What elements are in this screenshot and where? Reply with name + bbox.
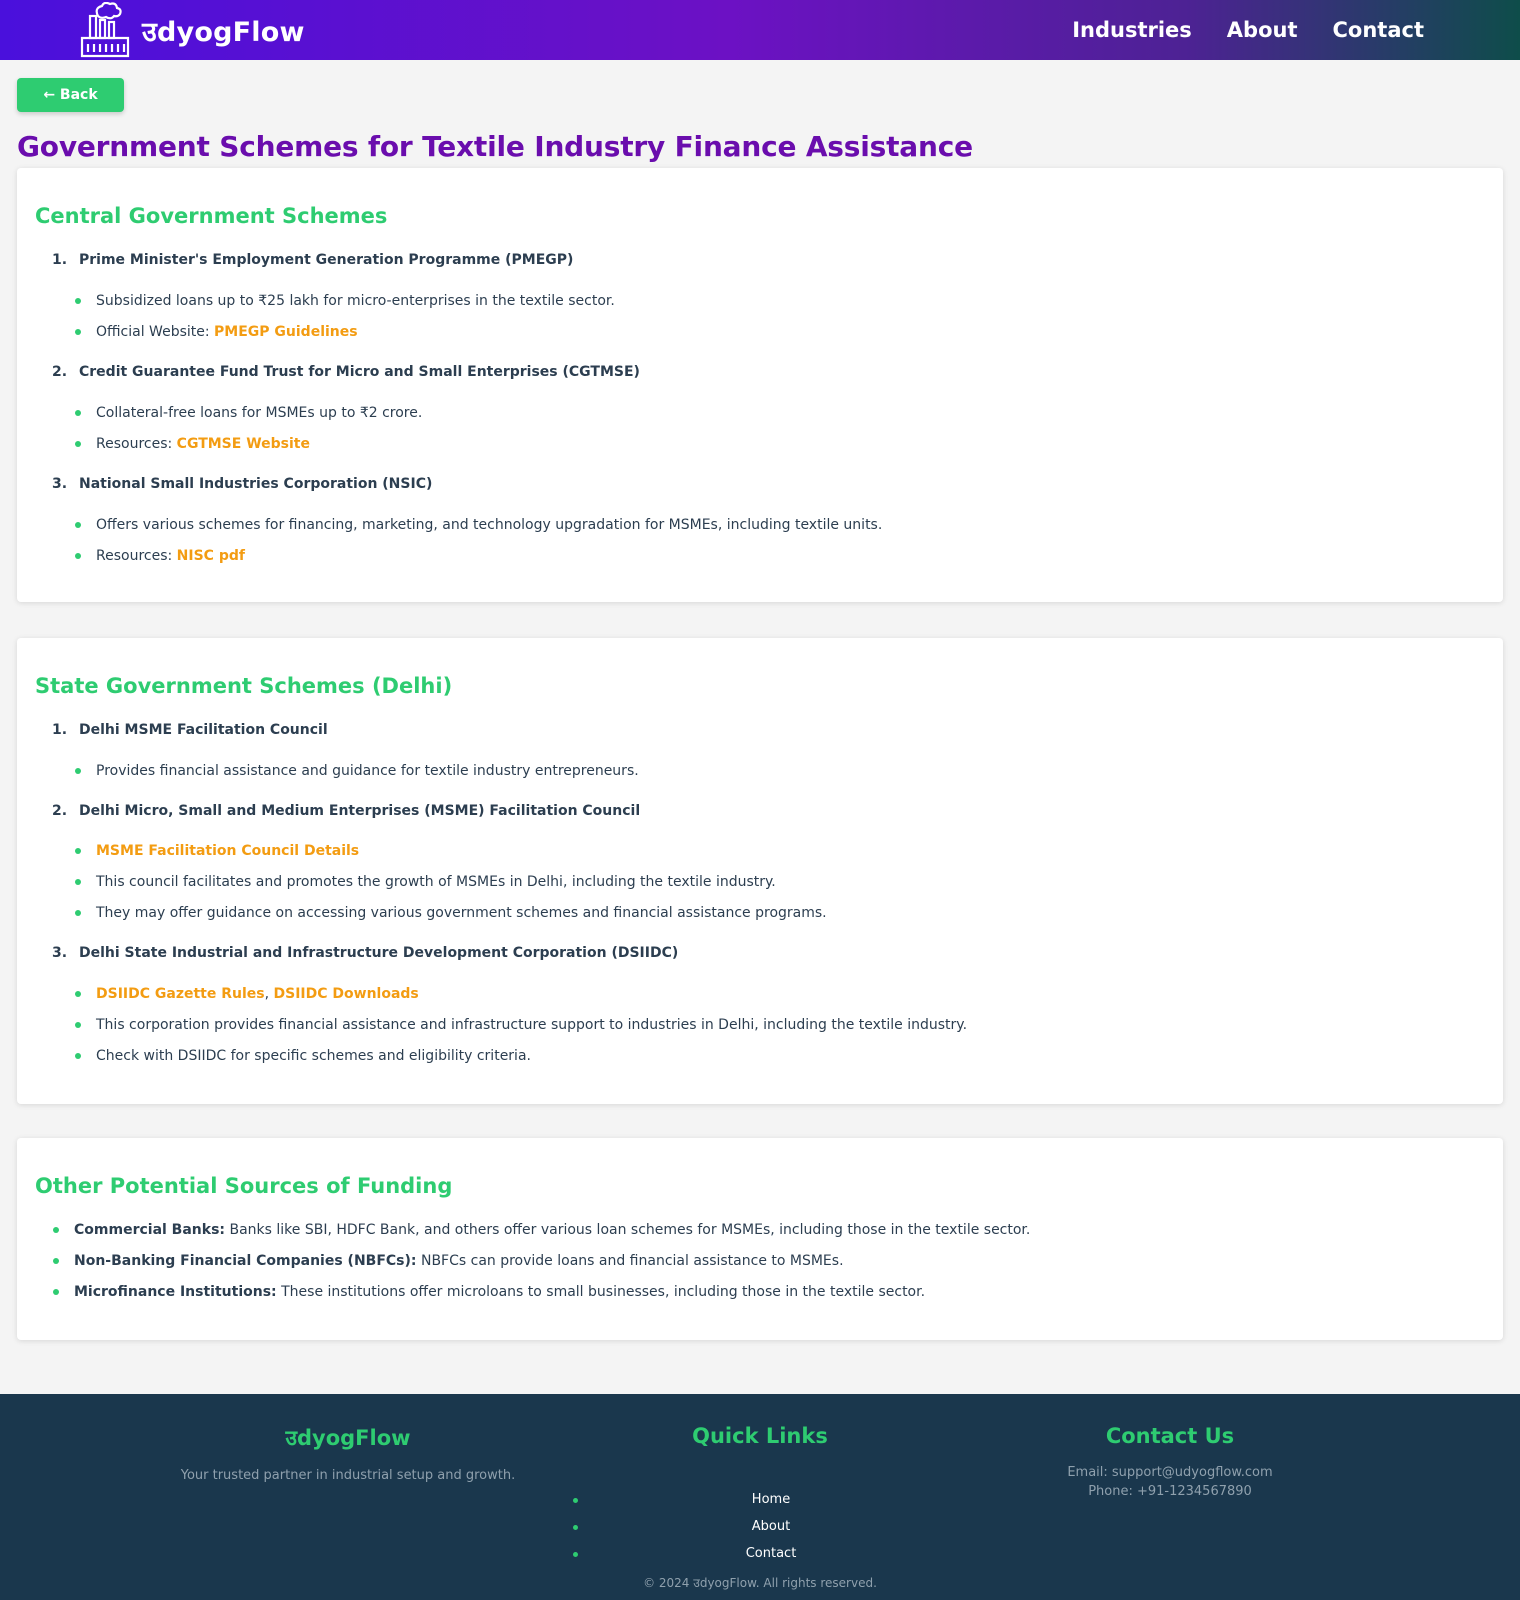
back-button[interactable]: ← Back: [17, 78, 124, 112]
list-item: Non-Banking Financial Companies (NBFCs):…: [53, 1253, 844, 1269]
cgtmse-website-link[interactable]: CGTMSE Website: [177, 436, 310, 452]
state-item-2-title: 2. Delhi Micro, Small and Medium Enterpri…: [52, 803, 641, 819]
bullet: [75, 410, 81, 416]
state-schemes-heading: State Government Schemes (Delhi): [35, 674, 453, 698]
other-sources-heading: Other Potential Sources of Funding: [35, 1174, 453, 1198]
footer-brand: उdyogFlow: [285, 1426, 411, 1450]
footer-brand-col: उdyogFlow Your trusted partner in indust…: [148, 1424, 548, 1483]
list-item: Microfinance Institutions: These institu…: [53, 1284, 925, 1300]
list-item: Offers various schemes for financing, ma…: [75, 517, 882, 533]
footer-link-about[interactable]: About: [752, 1519, 790, 1534]
brand[interactable]: उdyogFlow: [78, 0, 305, 60]
list-item: This council facilitates and promotes th…: [75, 874, 776, 890]
footer-quick-links-col: Quick Links Home About Contact: [560, 1424, 960, 1561]
nav-about[interactable]: About: [1227, 18, 1298, 42]
quick-links-heading: Quick Links: [692, 1424, 828, 1448]
list-item: Official Website: PMEGP Guidelines: [75, 324, 358, 340]
list-item: MSME Facilitation Council Details: [75, 843, 359, 859]
copyright: © 2024 उdyogFlow. All rights reserved.: [643, 1576, 877, 1590]
bullet: [53, 1289, 59, 1295]
bullet: [75, 441, 81, 447]
list-item: Provides financial assistance and guidan…: [75, 763, 639, 779]
bullet: [75, 298, 81, 304]
bullet: [75, 522, 81, 528]
dsiidc-downloads-link[interactable]: DSIIDC Downloads: [274, 986, 419, 1002]
list-item: Check with DSIIDC for specific schemes a…: [75, 1048, 531, 1064]
pmegp-guidelines-link[interactable]: PMEGP Guidelines: [214, 324, 358, 340]
list-item: DSIIDC Gazette Rules, DSIIDC Downloads: [75, 986, 419, 1002]
bullet: [75, 1053, 81, 1059]
state-item-1-title: 1. Delhi MSME Facilitation Council: [52, 722, 328, 738]
brand-name: उdyogFlow: [142, 16, 305, 48]
nav-industries[interactable]: Industries: [1072, 18, 1192, 42]
footer-tagline: Your trusted partner in industrial setup…: [180, 1468, 516, 1483]
bullet: [75, 329, 81, 335]
bullet: [75, 1022, 81, 1028]
site-footer: उdyogFlow Your trusted partner in indust…: [0, 1394, 1520, 1600]
bullet: [75, 768, 81, 774]
dsiidc-gazette-rules-link[interactable]: DSIIDC Gazette Rules: [96, 986, 265, 1002]
list-item: Resources: NISC pdf: [75, 548, 245, 564]
contact-phone: Phone: +91-1234567890: [1088, 1484, 1252, 1499]
bullet: [53, 1258, 59, 1264]
state-item-3-title: 3. Delhi State Industrial and Infrastruct…: [52, 945, 679, 961]
nisc-pdf-link[interactable]: NISC pdf: [177, 548, 245, 564]
central-item-3-title: 3. National Small Industries Corporation …: [52, 476, 433, 492]
bullet: [75, 553, 81, 559]
bullet: [75, 991, 81, 997]
bullet: [75, 879, 81, 885]
contact-email: Email: support@udyogflow.com: [1067, 1465, 1273, 1480]
bullet: [573, 1552, 578, 1557]
list-item: Commercial Banks: Banks like SBI, HDFC B…: [53, 1222, 1030, 1238]
list-item: Resources: CGTMSE Website: [75, 436, 310, 452]
contact-details: Email: support@udyogflow.com Phone: +91-…: [970, 1463, 1370, 1501]
bullet: [75, 848, 81, 854]
bullet: [75, 910, 81, 916]
contact-heading: Contact Us: [1105, 1424, 1235, 1448]
main-nav: Industries About Contact: [1072, 0, 1424, 60]
state-schemes-card: State Government Schemes (Delhi) 1. Delhi…: [17, 638, 1503, 1104]
central-schemes-card: Central Government Schemes 1. Prime Minis…: [17, 168, 1503, 602]
central-schemes-heading: Central Government Schemes: [35, 204, 388, 228]
bullet: [573, 1525, 578, 1530]
footer-link-contact[interactable]: Contact: [746, 1546, 797, 1561]
list-item: Subsidized loans up to ₹25 lakh for micr…: [75, 293, 615, 309]
list-item: They may offer guidance on accessing var…: [75, 905, 827, 921]
list-item: This corporation provides financial assi…: [75, 1017, 967, 1033]
list-item: Collateral-free loans for MSMEs up to ₹2…: [75, 405, 422, 421]
footer-link-home[interactable]: Home: [752, 1492, 790, 1507]
central-item-2-title: 2. Credit Guarantee Fund Trust for Micro …: [52, 364, 640, 380]
footer-contact-col: Contact Us Email: support@udyogflow.com …: [970, 1424, 1370, 1501]
site-header: उdyogFlow Industries About Contact: [0, 0, 1520, 60]
msme-council-details-link[interactable]: MSME Facilitation Council Details: [96, 843, 359, 859]
other-sources-card: Other Potential Sources of Funding Comme…: [17, 1138, 1503, 1340]
bullet: [53, 1227, 59, 1233]
central-item-1-title: 1. Prime Minister's Employment Generation…: [52, 252, 574, 268]
nav-contact[interactable]: Contact: [1333, 18, 1425, 42]
bullet: [573, 1498, 578, 1503]
factory-icon: [80, 2, 130, 58]
page-title: Government Schemes for Textile Industry …: [17, 130, 973, 163]
